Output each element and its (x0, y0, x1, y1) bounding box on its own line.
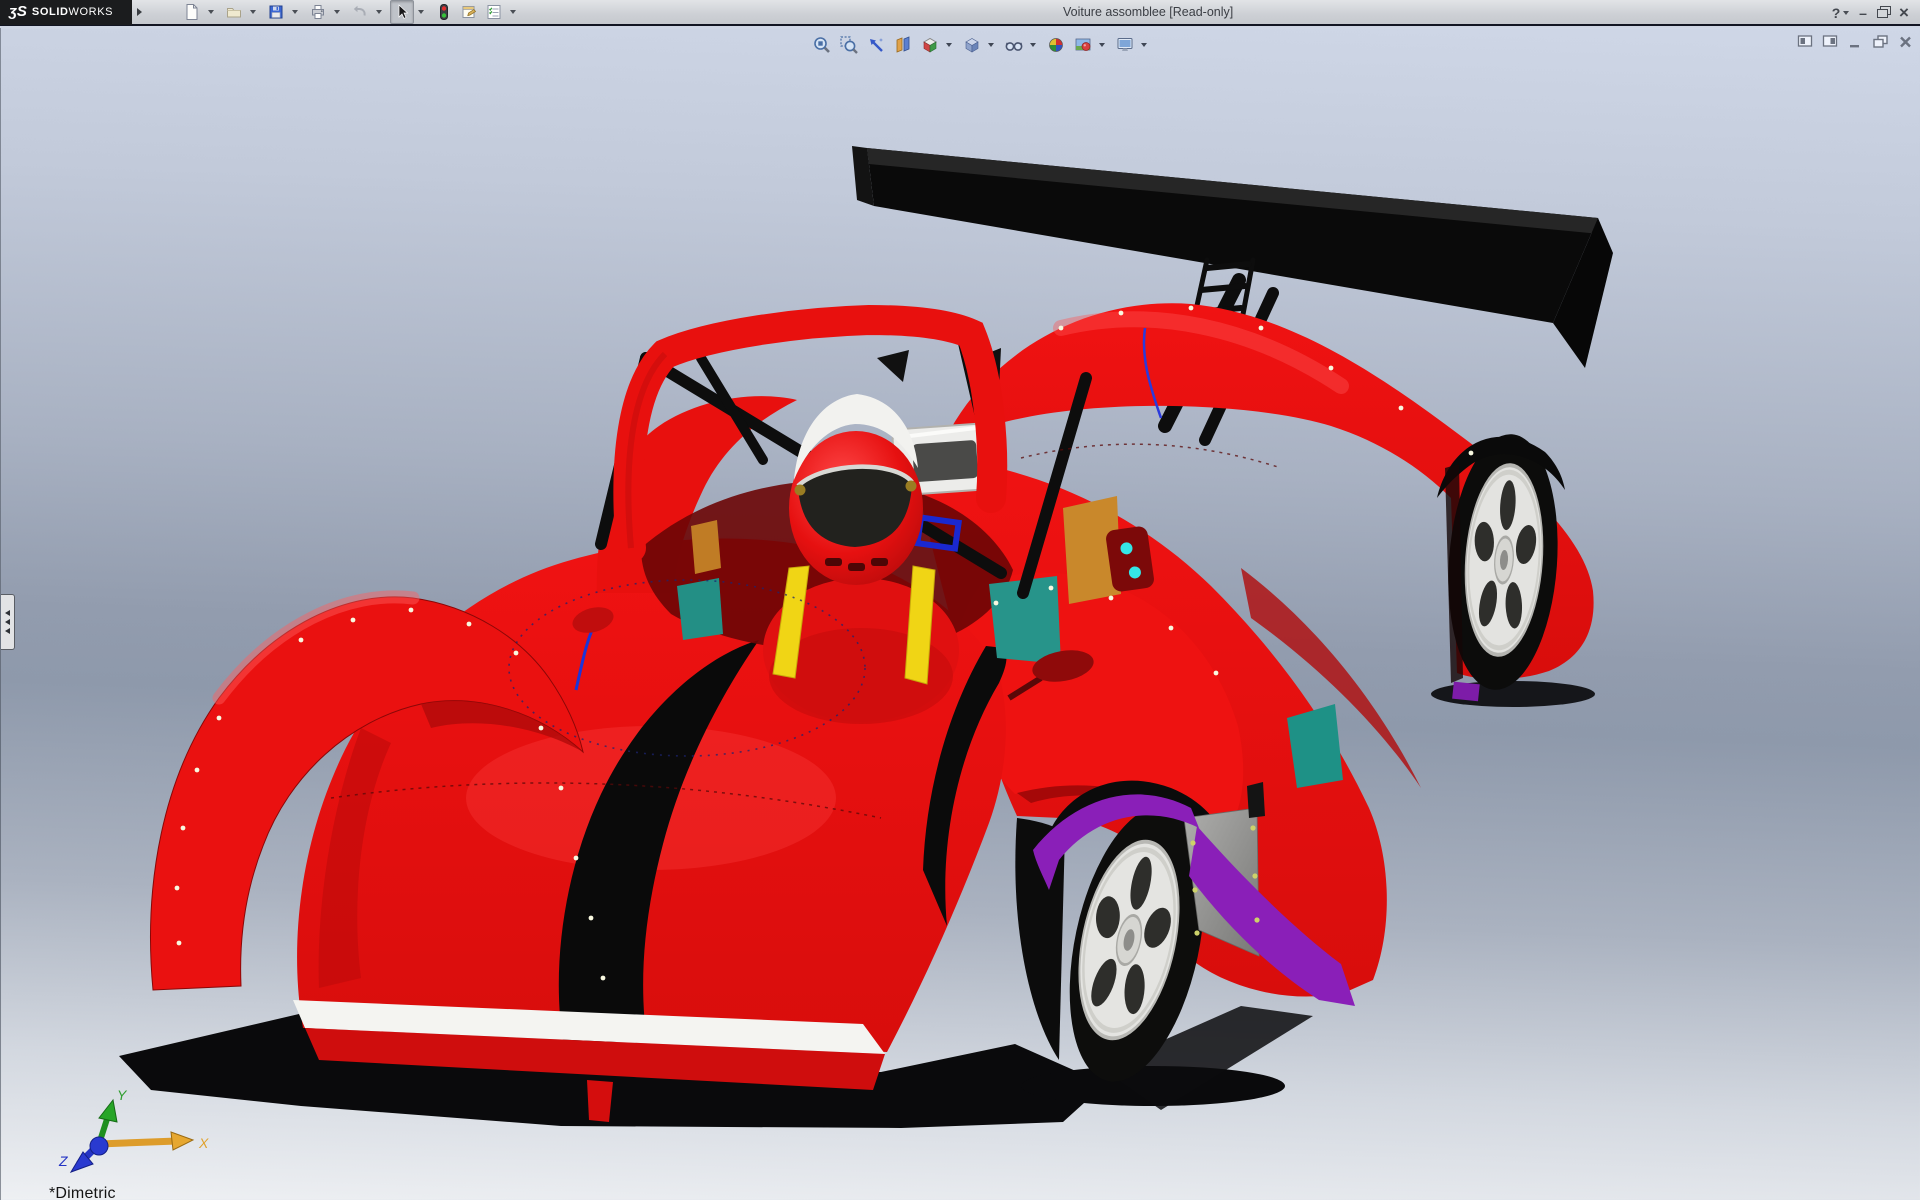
minimize-icon (1848, 35, 1862, 49)
section-view-icon (893, 35, 913, 55)
window-controls: ? – × (1829, 0, 1914, 26)
document-window-controls (1795, 33, 1915, 50)
options-button[interactable] (482, 0, 506, 24)
expand-left-icon (5, 619, 10, 625)
window-previous-icon (1797, 34, 1814, 49)
view-orientation-label: *Dimetric (49, 1185, 116, 1200)
restore-windows-icon (1872, 34, 1889, 49)
document-title: Voiture assomblee [Read-only] (1063, 0, 1233, 26)
expand-right-icon (137, 8, 142, 16)
apply-scene-dropdown[interactable] (1097, 33, 1107, 57)
save-button[interactable] (264, 0, 288, 24)
view-settings-button[interactable] (1112, 33, 1137, 57)
solidworks-logo: ʒS SOLIDWORKS (0, 0, 132, 25)
display-style-icon (962, 35, 982, 55)
eyeglasses-icon (1004, 35, 1024, 55)
triad-z-label: Z (58, 1153, 68, 1169)
view-orientation-dropdown[interactable] (944, 33, 954, 57)
view-orientation-icon (920, 35, 940, 55)
document-restore-button[interactable] (1870, 33, 1890, 50)
feature-panel-collapsed-tab[interactable] (1, 594, 15, 650)
title-bar: ʒS SOLIDWORKS (0, 0, 1920, 26)
window-next-icon (1822, 34, 1839, 49)
headsup-view-toolbar (809, 33, 1152, 57)
new-document-dropdown[interactable] (205, 0, 216, 24)
open-document-dropdown[interactable] (247, 0, 258, 24)
triad-y-label: Y (117, 1087, 128, 1103)
undo-button[interactable] (348, 0, 372, 24)
save-dropdown[interactable] (289, 0, 300, 24)
rebuild-button[interactable] (432, 0, 456, 24)
help-button[interactable]: ? (1829, 0, 1843, 26)
reference-triad: Y X Z (29, 1086, 219, 1186)
traffic-light-icon (435, 3, 453, 21)
main-toolbar (180, 0, 523, 24)
solidworks-logo-mark: ʒS (9, 4, 27, 19)
close-x-icon (1898, 35, 1913, 49)
expand-left-icon (5, 628, 10, 634)
print-button[interactable] (306, 0, 330, 24)
apply-scene-button[interactable] (1070, 33, 1095, 57)
restore-button[interactable] (1877, 4, 1890, 22)
help-dropdown-icon[interactable] (1843, 11, 1849, 15)
document-minimize-button[interactable] (1845, 33, 1865, 50)
minimize-button[interactable]: – (1853, 0, 1873, 26)
hide-show-items-button[interactable] (1001, 33, 1026, 57)
expand-left-icon (5, 610, 10, 616)
print-dropdown[interactable] (331, 0, 342, 24)
display-style-button[interactable] (959, 33, 984, 57)
options-dropdown[interactable] (507, 0, 518, 24)
triad-x-label: X (198, 1135, 209, 1151)
zoom-to-area-icon (839, 35, 859, 55)
save-floppy-icon (267, 3, 285, 21)
window-previous-button[interactable] (1795, 33, 1815, 50)
window-next-button[interactable] (1820, 33, 1840, 50)
driver-helmet (789, 394, 923, 585)
view-orientation-button[interactable] (917, 33, 942, 57)
select-button[interactable] (390, 0, 414, 24)
edit-color-button[interactable] (457, 0, 481, 24)
new-document-icon (183, 3, 201, 21)
select-cursor-icon (393, 3, 411, 21)
appearance-ball-icon (1046, 35, 1066, 55)
car-assembly-model[interactable] (1, 28, 1920, 1200)
edit-color-icon (460, 3, 478, 21)
previous-view-icon (866, 35, 886, 55)
view-settings-icon (1115, 35, 1135, 55)
zoom-to-area-button[interactable] (836, 33, 861, 57)
section-view-button[interactable] (890, 33, 915, 57)
open-document-button[interactable] (222, 0, 246, 24)
apply-scene-icon (1073, 35, 1093, 55)
brand-text: SOLIDWORKS (32, 6, 113, 18)
view-settings-dropdown[interactable] (1139, 33, 1149, 57)
document-close-button[interactable] (1895, 33, 1915, 50)
open-folder-icon (225, 3, 243, 21)
undo-icon (351, 3, 369, 21)
close-button[interactable]: × (1894, 0, 1914, 26)
previous-view-button[interactable] (863, 33, 888, 57)
display-style-dropdown[interactable] (986, 33, 996, 57)
restore-icon (1877, 6, 1890, 17)
zoom-to-fit-icon (812, 35, 832, 55)
hide-show-items-dropdown[interactable] (1028, 33, 1038, 57)
undo-dropdown[interactable] (373, 0, 384, 24)
options-checklist-icon (485, 3, 503, 21)
new-document-button[interactable] (180, 0, 204, 24)
graphics-viewport[interactable]: Y X Z *Dimetric (0, 28, 1920, 1200)
print-icon (309, 3, 327, 21)
edit-appearance-button[interactable] (1043, 33, 1068, 57)
select-dropdown[interactable] (415, 0, 426, 24)
menu-expand-button[interactable] (132, 0, 146, 25)
zoom-to-fit-button[interactable] (809, 33, 834, 57)
